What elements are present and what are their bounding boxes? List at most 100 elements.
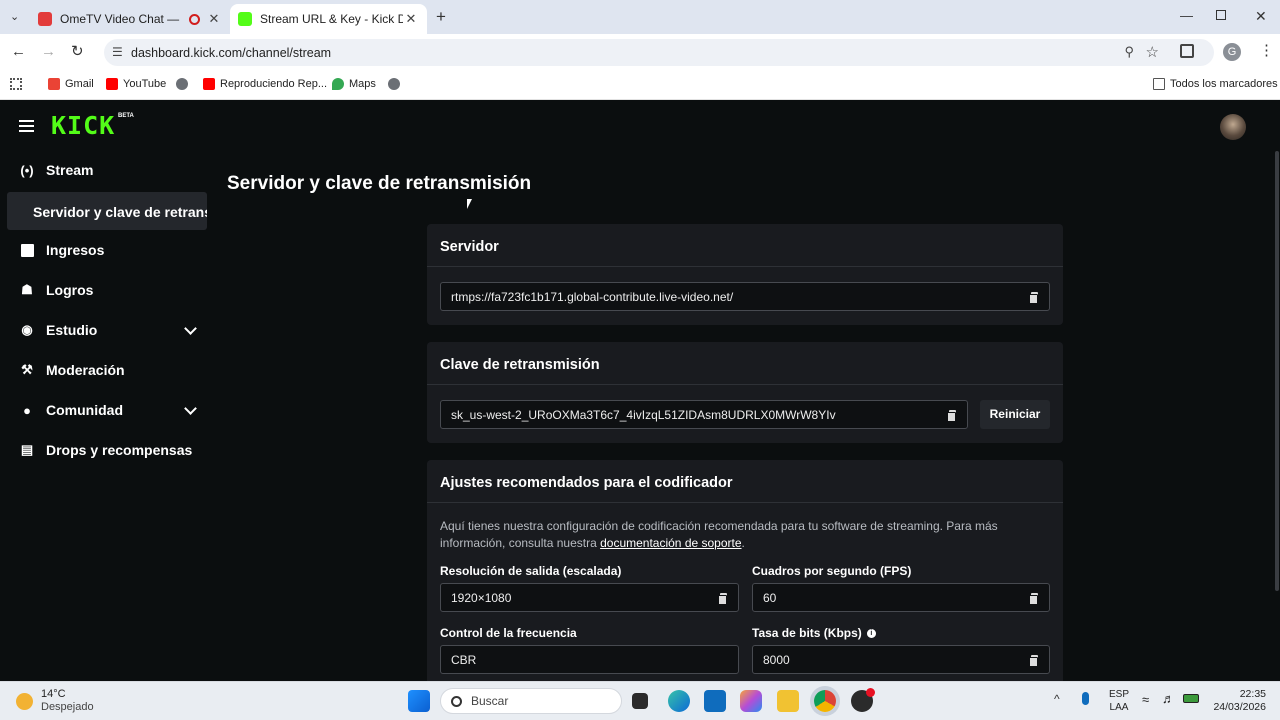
sidebar-item-moderacion[interactable]: ⚒ Moderación [19,360,124,380]
close-tab-icon[interactable]: ✕ [206,11,222,27]
bookmark-globe[interactable] [176,78,193,90]
apps-grid-icon[interactable] [10,78,22,90]
tab-search-dropdown-icon[interactable]: ⌄ [10,10,19,23]
file-explorer-icon[interactable] [777,690,799,712]
info-icon[interactable]: i [866,628,876,638]
minimize-window-button[interactable]: — [1180,8,1193,23]
kick-logo[interactable]: KICK [51,111,115,140]
sidebar-item-drops[interactable]: ▤ Drops y recompensas [19,440,192,460]
resolution-field[interactable]: 1920×1080 [440,583,739,612]
sidebar-item-label: Drops y recompensas [46,442,193,458]
tab-kick-dashboard[interactable]: Stream URL & Key - Kick Dashboard ✕ [230,4,427,34]
bookmark-label: Maps [349,78,376,90]
bookmark-gmail[interactable]: Gmail [48,78,94,90]
kick-favicon-icon [238,12,252,26]
youtube-icon [106,78,118,90]
wifi-icon[interactable]: ≈ [1142,692,1149,707]
taskbar-search[interactable]: Buscar [440,688,622,714]
copy-icon[interactable] [1029,292,1038,304]
bitrate-value: 8000 [763,652,790,667]
bookmark-youtube[interactable]: YouTube [106,78,166,90]
bookmark-label: Gmail [65,78,94,90]
sidebar-item-label: Ingresos [46,242,105,258]
bookmark-reproduciendo[interactable]: Reproduciendo Rep... [203,78,327,90]
new-tab-button[interactable]: + [436,7,446,27]
profile-avatar[interactable]: G [1223,43,1241,61]
sidebar-item-estudio[interactable]: ◉ Estudio [19,320,197,340]
wrench-icon: ⚒ [21,362,33,377]
tab-ometv[interactable]: OmeTV Video Chat — Omegle ✕ [30,4,230,34]
search-icon [451,695,462,707]
back-icon[interactable]: ← [11,43,26,60]
server-url-field[interactable]: rtmps://fa723fc1b171.global-contribute.l… [440,282,1050,311]
clock[interactable]: 22:35 24/03/2026 [1212,688,1266,714]
mouse-cursor-icon [467,199,472,209]
moon-weather-icon [16,692,33,710]
browser-menu-icon[interactable]: ⋮ [1259,41,1274,59]
language-indicator[interactable]: ESP LAA [1109,688,1129,714]
task-view-icon[interactable] [632,693,648,709]
weather-temp: 14°C [41,688,66,700]
hamburger-menu-icon[interactable] [19,120,34,132]
sidebar-item-stream-key[interactable]: Servidor y clave de retransmisión [7,192,207,230]
bookmark-label: Reproduciendo Rep... [220,78,328,90]
user-avatar[interactable] [1220,114,1246,140]
browser-tab-bar: ⌄ OmeTV Video Chat — Omegle ✕ Stream URL… [0,0,1280,34]
all-bookmarks-folder[interactable]: Todos los marcadores [1153,78,1278,90]
gmail-icon [48,78,60,90]
copy-icon[interactable] [1029,655,1038,667]
chevron-down-icon[interactable] [184,401,197,415]
bookmark-star-icon[interactable]: ☆ [1146,43,1159,61]
edge-icon[interactable] [668,690,690,712]
scrollbar[interactable] [1275,151,1279,591]
support-docs-link[interactable]: documentación de soporte [600,536,741,550]
resolution-label: Resolución de salida (escalada) [440,564,622,578]
fps-label: Cuadros por segundo (FPS) [752,564,912,578]
close-tab-icon[interactable]: ✕ [403,11,419,27]
copy-icon[interactable] [1029,593,1038,605]
forward-icon[interactable]: → [41,43,56,60]
bookmarks-bar: Gmail YouTube Reproduciendo Rep... Maps … [0,70,1280,100]
bookmark-label: Todos los marcadores [1170,78,1278,90]
address-bar[interactable]: ☰ dashboard.kick.com/channel/stream ⚲ ☆ [104,39,1214,66]
volume-icon[interactable]: ♬ [1162,691,1175,706]
copilot-icon[interactable] [740,690,762,712]
extensions-icon[interactable] [1180,44,1194,58]
bitrate-label-text: Tasa de bits (Kbps) [752,626,862,640]
reload-icon[interactable]: ↻ [71,42,84,60]
sidebar-item-label: Stream [46,162,94,178]
fps-field[interactable]: 60 [752,583,1050,612]
reset-key-button[interactable]: Reiniciar [980,400,1050,429]
site-info-icon[interactable]: ☰ [112,45,123,59]
store-icon[interactable] [704,690,726,712]
sidebar-item-ingresos[interactable]: Ingresos [19,240,104,260]
password-key-icon[interactable]: ⚲ [1124,44,1134,60]
rate-control-value: CBR [451,652,477,667]
sidebar-item-stream[interactable]: (•) Stream [19,160,93,180]
copy-icon[interactable] [718,593,727,605]
microphone-icon[interactable] [1082,692,1089,705]
chrome-icon[interactable] [814,690,836,712]
group-icon: ● [23,402,31,418]
rate-control-field[interactable]: CBR [440,645,739,674]
kick-dashboard: KICK BETA (•) Stream Servidor y clave de… [0,101,1280,681]
sidebar-item-logros[interactable]: ☗ Logros [19,280,93,300]
description-end: . [741,536,745,550]
close-window-button[interactable]: ✕ [1255,8,1267,25]
lang-line2: LAA [1109,702,1129,713]
battery-icon[interactable] [1183,694,1199,703]
bookmark-maps[interactable]: Maps [332,78,376,90]
sidebar-item-comunidad[interactable]: ● Comunidad [19,400,197,420]
server-heading: Servidor [427,224,1063,267]
show-hidden-icons[interactable]: ^ [1054,692,1060,706]
bookmark-globe-2[interactable] [388,78,405,90]
restore-window-button[interactable] [1216,10,1226,20]
start-button[interactable] [408,690,430,712]
chevron-down-icon[interactable] [184,321,197,335]
stream-key-field[interactable]: sk_us-west-2_URoOXMa3T6c7_4ivIzqL51ZIDAs… [440,400,968,429]
bitrate-field[interactable]: 8000 [752,645,1050,674]
obs-recording-badge-icon [866,688,875,697]
clock-time: 22:35 [1239,688,1266,700]
copy-icon[interactable] [947,410,956,422]
weather-widget[interactable]: 14°C Despejado [16,688,94,714]
